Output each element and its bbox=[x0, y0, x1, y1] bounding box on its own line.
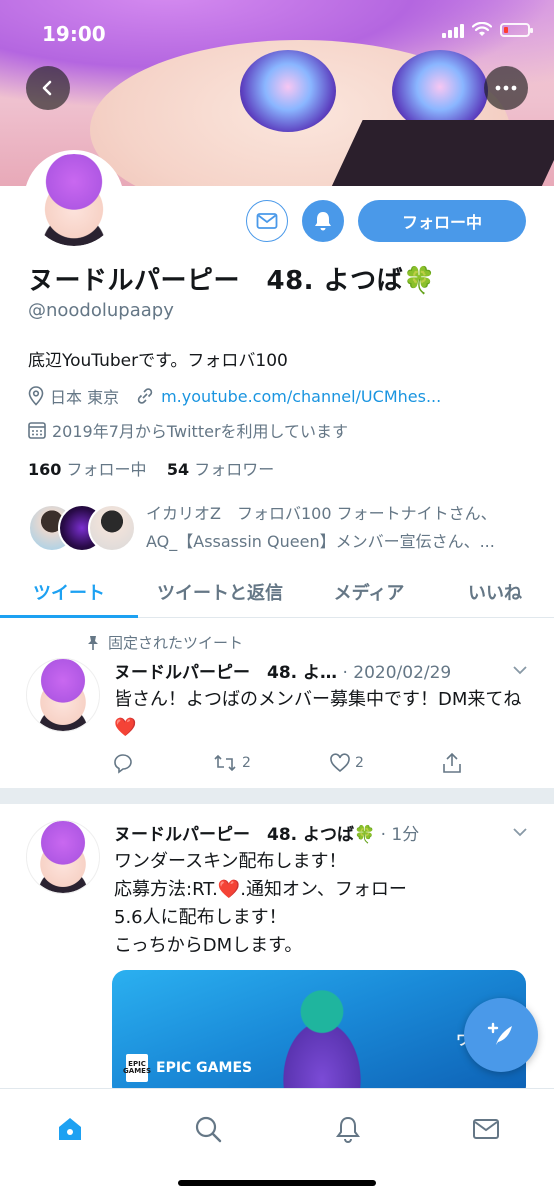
display-name: ヌードルパーピー 48. よつば🍀 bbox=[28, 266, 436, 296]
search-icon bbox=[195, 1116, 222, 1143]
status-time: 19:00 bbox=[42, 22, 106, 46]
followed-by-line1: イカリオZ フォロバ100 フォートナイトさん、 bbox=[146, 504, 497, 523]
following-count: 160 bbox=[28, 460, 62, 479]
bio: 底辺YouTuberです。フォロバ100 bbox=[28, 351, 288, 371]
following-label: フォロー中 bbox=[66, 460, 147, 479]
avatar-image bbox=[27, 821, 99, 893]
pin-icon bbox=[88, 635, 98, 650]
join-date: 2019年7月からTwitterを利用しています bbox=[52, 422, 349, 441]
reply-button[interactable] bbox=[112, 752, 134, 774]
location-link-row: 日本 東京 m.youtube.com/channel/UCMhes... bbox=[28, 384, 441, 408]
epic-games-text: EPIC GAMES bbox=[156, 1060, 253, 1076]
epic-games-brand: EPIC GAMES EPIC GAMES bbox=[123, 1054, 253, 1082]
following-button[interactable]: フォロー中 bbox=[358, 200, 526, 242]
tweet-divider bbox=[0, 788, 554, 804]
link-icon bbox=[137, 388, 153, 404]
message-button[interactable] bbox=[246, 200, 288, 242]
home-indicator bbox=[178, 1180, 376, 1186]
follow-counts: 160 フォロー中 54 フォロワー bbox=[28, 456, 274, 480]
mail-icon bbox=[473, 1119, 499, 1139]
followed-by-avatars bbox=[28, 504, 138, 552]
more-dots-icon bbox=[495, 85, 517, 91]
heart-icon bbox=[330, 753, 350, 773]
retweet-button[interactable]: 2 bbox=[212, 752, 251, 774]
share-icon bbox=[443, 752, 461, 773]
avatar-image bbox=[28, 154, 120, 246]
profile-avatar[interactable] bbox=[24, 150, 124, 250]
bell-icon bbox=[336, 1116, 360, 1143]
tweet-text: ワンダースキン配布します！ 応募方法:RT.❤️.通知オン、フォロー 5.6人に… bbox=[114, 848, 534, 960]
signal-icon bbox=[442, 22, 464, 38]
retweet-count: 2 bbox=[242, 755, 251, 771]
chevron-down-icon[interactable] bbox=[512, 826, 528, 838]
banner-shirt bbox=[325, 120, 554, 186]
follower-avatar bbox=[88, 504, 136, 552]
chevron-down-icon[interactable] bbox=[512, 664, 528, 676]
tweet-text: 皆さん！よつばのメンバー募集中です！DM来てね❤️ bbox=[114, 689, 522, 738]
status-bar: 19:00 bbox=[0, 0, 554, 64]
back-button[interactable] bbox=[26, 66, 70, 110]
nav-home[interactable] bbox=[48, 1107, 92, 1151]
followed-by-row[interactable]: イカリオZ フォロバ100 フォートナイトさん、 AQ_【Assassin Qu… bbox=[28, 500, 548, 556]
battery-icon bbox=[500, 23, 533, 37]
status-icons bbox=[442, 22, 533, 38]
website-link[interactable]: m.youtube.com/channel/UCMhes... bbox=[161, 387, 441, 406]
bell-icon bbox=[315, 212, 331, 231]
handle: @noodolupaapy bbox=[28, 300, 174, 321]
followers-label: フォロワー bbox=[194, 460, 275, 479]
like-button[interactable]: 2 bbox=[329, 752, 364, 774]
following-count-link[interactable]: 160 フォロー中 bbox=[28, 460, 147, 479]
tweet-avatar[interactable] bbox=[26, 658, 100, 732]
compose-icon bbox=[487, 1022, 512, 1045]
like-count: 2 bbox=[355, 755, 364, 771]
media-character bbox=[262, 990, 382, 1100]
join-date-row: 2019年7月からTwitterを利用しています bbox=[28, 418, 348, 442]
tweet-header: ヌードルパーピー 48. よつば🍀 · 1分 bbox=[114, 820, 419, 845]
profile-tabs: ツイート ツイートと返信 メディア いいね bbox=[0, 566, 554, 618]
tweet-actions: 2 2 bbox=[112, 752, 462, 774]
tweet-time: · 1分 bbox=[375, 825, 420, 845]
tweet-header: ヌードルパーピー 48. よ… · 2020/02/29 bbox=[114, 658, 451, 683]
followers-count: 54 bbox=[166, 460, 190, 479]
tweet-author[interactable]: ヌードルパーピー 48. よ… bbox=[114, 663, 337, 683]
nav-messages[interactable] bbox=[464, 1107, 508, 1151]
wifi-icon bbox=[472, 22, 492, 36]
nav-notifications[interactable] bbox=[326, 1107, 370, 1151]
location: 日本 東京 bbox=[50, 388, 120, 407]
followers-count-link[interactable]: 54 フォロワー bbox=[167, 460, 274, 479]
retweet-icon bbox=[214, 754, 236, 772]
tweet-line: こっちからDMします。 bbox=[114, 935, 303, 956]
tab-media[interactable]: メディア bbox=[302, 566, 436, 617]
notifications-button[interactable] bbox=[302, 200, 344, 242]
followed-by-line2: AQ_【Assassin Queen】メンバー宣伝さん、... bbox=[146, 532, 495, 551]
home-icon bbox=[59, 1118, 81, 1140]
followed-by-text: イカリオZ フォロバ100 フォートナイトさん、 AQ_【Assassin Qu… bbox=[146, 500, 546, 556]
tweet-line: 5.6人に配布します！ bbox=[114, 907, 287, 928]
epic-games-logo-icon: EPIC GAMES bbox=[123, 1054, 151, 1082]
tweet-line: 応募方法:RT.❤️.通知オン、フォロー bbox=[114, 879, 407, 900]
nav-search[interactable] bbox=[186, 1107, 230, 1151]
tab-tweets-replies[interactable]: ツイートと返信 bbox=[138, 566, 302, 617]
location-pin-icon bbox=[28, 386, 44, 406]
share-button[interactable] bbox=[442, 752, 462, 774]
more-button[interactable] bbox=[484, 66, 528, 110]
chevron-left-icon bbox=[42, 80, 52, 96]
mail-icon bbox=[256, 213, 278, 229]
tab-tweets[interactable]: ツイート bbox=[0, 566, 138, 618]
avatar-image bbox=[27, 659, 99, 731]
pinned-label: 固定されたツイート bbox=[108, 634, 244, 652]
tab-likes[interactable]: いいね bbox=[436, 566, 554, 617]
tweet-line: ワンダースキン配布します！ bbox=[114, 851, 347, 872]
calendar-icon bbox=[28, 422, 46, 439]
compose-tweet-button[interactable] bbox=[464, 998, 538, 1072]
tweet-date: · 2020/02/29 bbox=[337, 663, 452, 683]
tweet-avatar[interactable] bbox=[26, 820, 100, 894]
tweet-author[interactable]: ヌードルパーピー 48. よつば🍀 bbox=[114, 825, 375, 845]
reply-icon bbox=[114, 754, 132, 774]
pinned-label-row: 固定されたツイート bbox=[86, 632, 243, 653]
